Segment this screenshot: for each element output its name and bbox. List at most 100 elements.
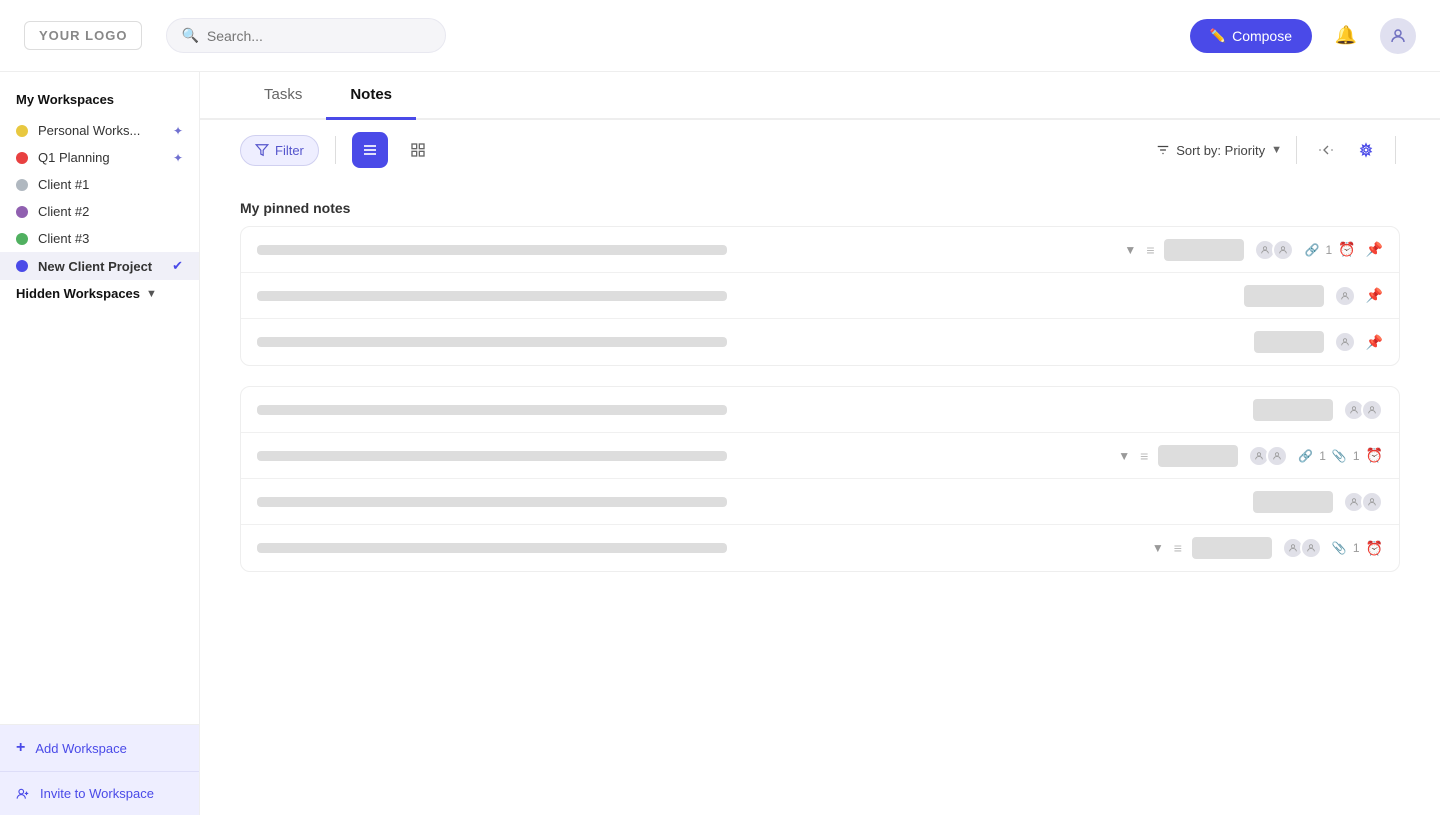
clock-icon: ⏰ <box>1366 540 1383 557</box>
avatar <box>1361 399 1383 421</box>
note-row: 📌 <box>241 319 1399 365</box>
attach-icon: 📎 <box>1332 449 1347 463</box>
pin-icon[interactable]: 📌 <box>1366 287 1383 304</box>
note-meta: 📎 1 ⏰ <box>1332 540 1383 557</box>
sidebar: My Workspaces Personal Works... ✦ Q1 Pla… <box>0 72 200 815</box>
pin-icon: ✦ <box>173 151 183 165</box>
unpinned-notes-section: ▼ ≡ 🔗 1 <box>240 386 1400 572</box>
note-avatars <box>1343 491 1383 513</box>
notifications-button[interactable]: 🔔 <box>1328 18 1364 54</box>
invite-workspace-button[interactable]: Invite to Workspace <box>0 772 199 815</box>
grid-icon <box>410 142 426 158</box>
pin-icon[interactable]: 📌 <box>1366 241 1383 258</box>
sidebar-content: My Workspaces Personal Works... ✦ Q1 Pla… <box>0 72 199 724</box>
avatar <box>1300 537 1322 559</box>
hidden-workspaces-toggle[interactable]: Hidden Workspaces ▼ <box>0 280 199 307</box>
notes-area: My pinned notes ▼ ≡ <box>200 180 1440 815</box>
workspaces-section-title: My Workspaces <box>0 88 199 117</box>
header: YOUR LOGO 🔍 ✏️ Compose 🔔 <box>0 0 1440 72</box>
note-tag <box>1158 445 1238 467</box>
sidebar-item-client3[interactable]: Client #3 <box>0 225 199 252</box>
sidebar-item-personal[interactable]: Personal Works... ✦ <box>0 117 199 144</box>
user-avatar-button[interactable] <box>1380 18 1416 54</box>
note-text-placeholder <box>257 245 727 255</box>
workspace-dot <box>16 260 28 272</box>
clock-icon: ⏰ <box>1366 447 1383 464</box>
note-tag <box>1253 491 1333 513</box>
sidebar-item-q1planning[interactable]: Q1 Planning ✦ <box>0 144 199 171</box>
pencil-icon: ✏️ <box>1210 28 1226 44</box>
search-input[interactable] <box>207 28 432 44</box>
sidebar-footer: + Add Workspace Invite to Workspace <box>0 724 199 815</box>
tab-tasks[interactable]: Tasks <box>240 72 326 120</box>
sort-icon <box>1156 143 1170 157</box>
menu-icon[interactable]: ≡ <box>1140 448 1148 464</box>
filter-button[interactable]: Filter <box>240 135 319 166</box>
workspace-dot <box>16 152 28 164</box>
collapse-button[interactable] <box>1311 135 1341 165</box>
note-text-placeholder <box>257 451 727 461</box>
sidebar-item-label: Q1 Planning <box>38 150 163 165</box>
sidebar-item-label: Client #3 <box>38 231 183 246</box>
note-avatars <box>1343 399 1383 421</box>
workspace-dot <box>16 179 28 191</box>
sidebar-item-label: Client #2 <box>38 204 183 219</box>
avatar <box>1334 285 1356 307</box>
sidebar-item-newclient[interactable]: New Client Project ✔ <box>0 252 199 280</box>
note-avatars <box>1254 239 1294 261</box>
note-row: ▼ ≡ 📎 1 <box>241 525 1399 571</box>
note-tag <box>1253 399 1333 421</box>
logo: YOUR LOGO <box>24 21 142 50</box>
toolbar: Filter Sort by: Priority <box>200 120 1440 180</box>
compose-button[interactable]: ✏️ Compose <box>1190 19 1312 53</box>
sidebar-item-client2[interactable]: Client #2 <box>0 198 199 225</box>
list-icon <box>362 142 378 158</box>
toolbar-divider3 <box>1395 136 1396 164</box>
note-text-placeholder <box>257 543 727 553</box>
note-row: ▼ ≡ 🔗 1 <box>241 433 1399 479</box>
tabs-bar: Tasks Notes <box>200 72 1440 120</box>
settings-button[interactable] <box>1351 135 1381 165</box>
invite-icon <box>16 787 30 801</box>
add-workspace-button[interactable]: + Add Workspace <box>0 725 199 772</box>
avatar <box>1266 445 1288 467</box>
main-layout: My Workspaces Personal Works... ✦ Q1 Pla… <box>0 72 1440 815</box>
sidebar-item-label: Client #1 <box>38 177 183 192</box>
menu-icon[interactable]: ≡ <box>1146 242 1154 258</box>
grid-view-button[interactable] <box>400 132 436 168</box>
attach-icon: 📎 <box>1332 541 1347 555</box>
unpinned-notes-card: ▼ ≡ 🔗 1 <box>240 386 1400 572</box>
note-avatars <box>1282 537 1322 559</box>
collapse-icon <box>1318 142 1334 158</box>
note-tag <box>1192 537 1272 559</box>
chevron-icon[interactable]: ▼ <box>1124 243 1136 257</box>
note-tag <box>1164 239 1244 261</box>
note-row <box>241 479 1399 525</box>
note-row: 📌 <box>241 273 1399 319</box>
workspace-dot <box>16 206 28 218</box>
filter-icon <box>255 143 269 157</box>
avatar <box>1334 331 1356 353</box>
menu-icon[interactable]: ≡ <box>1174 540 1182 556</box>
hidden-workspaces-label: Hidden Workspaces <box>16 286 140 301</box>
unpin-icon[interactable]: 📌 <box>1366 334 1383 351</box>
workspace-dot <box>16 125 28 137</box>
search-box[interactable]: 🔍 <box>166 18 446 53</box>
tab-notes[interactable]: Notes <box>326 72 416 120</box>
note-row <box>241 387 1399 433</box>
pinned-notes-section: My pinned notes ▼ ≡ <box>240 200 1400 366</box>
pin-icon: ✦ <box>173 124 183 138</box>
pinned-notes-card: ▼ ≡ 🔗 1 <box>240 226 1400 366</box>
avatar <box>1272 239 1294 261</box>
note-text-placeholder <box>257 291 727 301</box>
sidebar-item-client1[interactable]: Client #1 <box>0 171 199 198</box>
list-view-button[interactable] <box>352 132 388 168</box>
chevron-icon[interactable]: ▼ <box>1118 449 1130 463</box>
note-text-placeholder <box>257 337 727 347</box>
sort-button[interactable]: Sort by: Priority ▼ <box>1156 143 1282 158</box>
sidebar-item-label: Personal Works... <box>38 123 163 138</box>
chevron-icon[interactable]: ▼ <box>1152 541 1164 555</box>
note-avatars <box>1248 445 1288 467</box>
main-content: Tasks Notes Filter <box>200 72 1440 815</box>
note-tag <box>1254 331 1324 353</box>
